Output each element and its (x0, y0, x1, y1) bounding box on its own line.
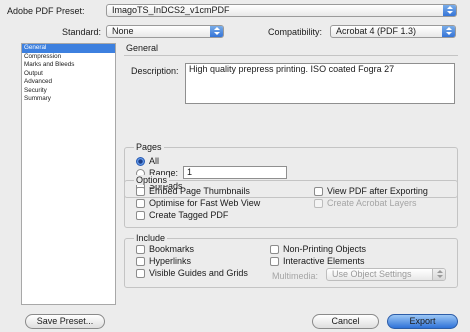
tagged-pdf-label: Create Tagged PDF (149, 210, 229, 220)
standard-select[interactable]: None (106, 25, 224, 38)
non-printing-label: Non-Printing Objects (283, 244, 367, 254)
save-preset-button[interactable]: Save Preset... (25, 314, 105, 329)
export-button[interactable]: Export (387, 314, 458, 329)
options-group-title: Options (134, 175, 170, 185)
pages-range-input[interactable]: 1 (183, 166, 287, 179)
panel-title-divider (124, 55, 458, 56)
standard-value: None (112, 26, 134, 36)
view-after-export-checkbox[interactable] (314, 187, 323, 196)
preset-select[interactable]: ImagoTS_InDCS2_v1cmPDF (106, 4, 457, 17)
interactive-elements-label: Interactive Elements (283, 256, 365, 266)
sidebar-item-marks-and-bleeds[interactable]: Marks and Bleeds (22, 61, 115, 70)
sidebar-item-summary[interactable]: Summary (22, 95, 115, 104)
description-label: Description: (131, 66, 179, 76)
hyperlinks-label: Hyperlinks (149, 256, 192, 266)
multimedia-label: Multimedia: (272, 271, 319, 281)
embed-thumbnails-checkbox[interactable] (136, 187, 145, 196)
sidebar-item-compression[interactable]: Compression (22, 53, 115, 62)
optimise-web-label: Optimise for Fast Web View (149, 198, 261, 208)
acrobat-layers-label: Create Acrobat Layers (327, 198, 417, 208)
embed-thumbnails-label: Embed Page Thumbnails (149, 186, 250, 196)
include-group-title: Include (134, 233, 168, 243)
acrobat-layers-checkbox[interactable] (314, 199, 323, 208)
preset-value: ImagoTS_InDCS2_v1cmPDF (112, 5, 230, 15)
chevron-updown-icon (442, 26, 455, 37)
compatibility-label: Compatibility: (268, 27, 323, 37)
sidebar-item-security[interactable]: Security (22, 87, 115, 96)
chevron-updown-icon (432, 269, 445, 280)
preset-label: Adobe PDF Preset: (7, 6, 85, 16)
optimise-web-checkbox[interactable] (136, 199, 145, 208)
standard-label: Standard: (62, 27, 102, 37)
panel-title: General (126, 43, 159, 53)
chevron-updown-icon (443, 5, 456, 16)
non-printing-checkbox[interactable] (270, 245, 279, 254)
chevron-updown-icon (210, 26, 223, 37)
guides-grids-label: Visible Guides and Grids (149, 268, 248, 278)
multimedia-select[interactable]: Use Object Settings (326, 268, 446, 281)
pages-all-radio[interactable] (136, 157, 145, 166)
description-textarea[interactable]: High quality prepress printing. ISO coat… (185, 63, 455, 104)
hyperlinks-checkbox[interactable] (136, 257, 145, 266)
multimedia-value: Use Object Settings (332, 269, 412, 279)
view-after-export-label: View PDF after Exporting (327, 186, 428, 196)
sidebar-item-general[interactable]: General (22, 44, 115, 53)
pages-all-label: All (149, 156, 160, 166)
cancel-button[interactable]: Cancel (312, 314, 379, 329)
interactive-elements-checkbox[interactable] (270, 257, 279, 266)
compatibility-value: Acrobat 4 (PDF 1.3) (336, 26, 417, 36)
bookmarks-checkbox[interactable] (136, 245, 145, 254)
tagged-pdf-checkbox[interactable] (136, 211, 145, 220)
compatibility-select[interactable]: Acrobat 4 (PDF 1.3) (330, 25, 456, 38)
bookmarks-label: Bookmarks (149, 244, 195, 254)
guides-grids-checkbox[interactable] (136, 269, 145, 278)
sidebar-item-advanced[interactable]: Advanced (22, 78, 115, 87)
pages-group-title: Pages (134, 142, 164, 152)
category-sidebar: General Compression Marks and Bleeds Out… (21, 43, 116, 305)
sidebar-item-output[interactable]: Output (22, 70, 115, 79)
